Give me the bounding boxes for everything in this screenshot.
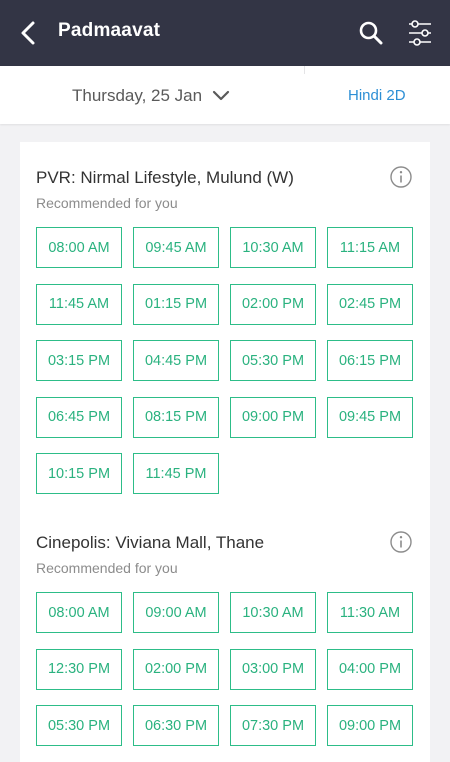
language-format-link[interactable]: Hindi 2D xyxy=(348,87,406,104)
showtime-button[interactable]: 07:30 PM xyxy=(230,705,316,746)
back-button[interactable] xyxy=(14,18,44,48)
venue-name: PVR: Nirmal Lifestyle, Mulund (W) xyxy=(36,168,294,187)
showtime-button[interactable]: 10:30 AM xyxy=(230,227,316,268)
showtime-button[interactable]: 05:30 PM xyxy=(230,340,316,381)
showtime-button[interactable]: 08:00 AM xyxy=(36,592,122,633)
showtime-button[interactable]: 12:30 PM xyxy=(36,648,122,690)
showtime-button[interactable]: 09:00 PM xyxy=(230,396,316,438)
showtime-button[interactable]: 09:00 AM xyxy=(133,592,219,633)
showtime-button[interactable]: 10:15 PM xyxy=(36,453,122,494)
showtime-button[interactable]: 09:45 PM xyxy=(327,396,413,438)
selected-date: Thursday, 25 Jan xyxy=(72,86,203,105)
info-icon xyxy=(390,531,412,553)
showtime-button[interactable]: 03:15 PM xyxy=(36,340,122,381)
showtime-button[interactable]: 11:45 AM xyxy=(36,283,122,325)
showtime-button[interactable]: 08:00 AM xyxy=(36,227,122,268)
showtimes-card: PVR: Nirmal Lifestyle, Mulund (W) Recomm… xyxy=(20,142,430,762)
showtime-button[interactable]: 11:15 AM xyxy=(327,227,413,268)
filter-sliders-icon xyxy=(409,20,431,46)
showtime-button[interactable]: 05:30 PM xyxy=(36,705,122,746)
showtime-button[interactable]: 02:00 PM xyxy=(133,648,219,690)
date-selector[interactable]: Thursday, 25 Jan xyxy=(72,84,230,108)
app-header: Padmaavat xyxy=(0,0,450,66)
back-arrow-icon xyxy=(21,21,35,45)
showtime-button[interactable]: 11:45 PM xyxy=(133,453,219,494)
venue-info-button[interactable] xyxy=(389,165,413,189)
showtime-button[interactable]: 08:15 PM xyxy=(133,396,219,438)
chevron-down-icon xyxy=(212,90,230,101)
date-format-bar: Thursday, 25 Jan Hindi 2D xyxy=(0,66,450,124)
showtime-grid: 08:00 AM 09:45 AM 10:30 AM 11:15 AM 11:45 AM… xyxy=(36,227,413,494)
info-icon xyxy=(390,166,412,188)
divider xyxy=(304,66,305,74)
page-title: Padmaavat xyxy=(58,20,161,41)
search-button[interactable] xyxy=(356,18,386,48)
venue-name: Cinepolis: Viviana Mall, Thane xyxy=(36,533,265,552)
showtime-button[interactable]: 03:00 PM xyxy=(230,648,316,690)
showtime-button[interactable]: 02:00 PM xyxy=(230,283,316,325)
filter-button[interactable] xyxy=(404,16,436,50)
showtime-button[interactable]: 06:45 PM xyxy=(36,396,122,438)
venue-recommendation: Recommended for you xyxy=(36,560,178,576)
showtime-button[interactable]: 09:45 AM xyxy=(133,227,219,268)
showtime-button[interactable]: 09:00 PM xyxy=(327,705,413,746)
showtime-button[interactable]: 01:15 PM xyxy=(133,283,219,325)
showtime-button[interactable]: 06:15 PM xyxy=(327,340,413,381)
showtime-grid: 08:00 AM 09:00 AM 10:30 AM 11:30 AM 12:30 PM… xyxy=(36,592,413,746)
venue-info-button[interactable] xyxy=(389,530,413,554)
showtime-button[interactable]: 04:45 PM xyxy=(133,340,219,381)
showtime-button[interactable]: 06:30 PM xyxy=(133,705,219,746)
search-icon xyxy=(359,21,383,45)
showtime-button[interactable]: 11:30 AM xyxy=(327,592,413,633)
venue-recommendation: Recommended for you xyxy=(36,195,178,211)
showtime-button[interactable]: 04:00 PM xyxy=(327,648,413,690)
showtime-button[interactable]: 02:45 PM xyxy=(327,283,413,325)
showtime-button[interactable]: 10:30 AM xyxy=(230,592,316,633)
